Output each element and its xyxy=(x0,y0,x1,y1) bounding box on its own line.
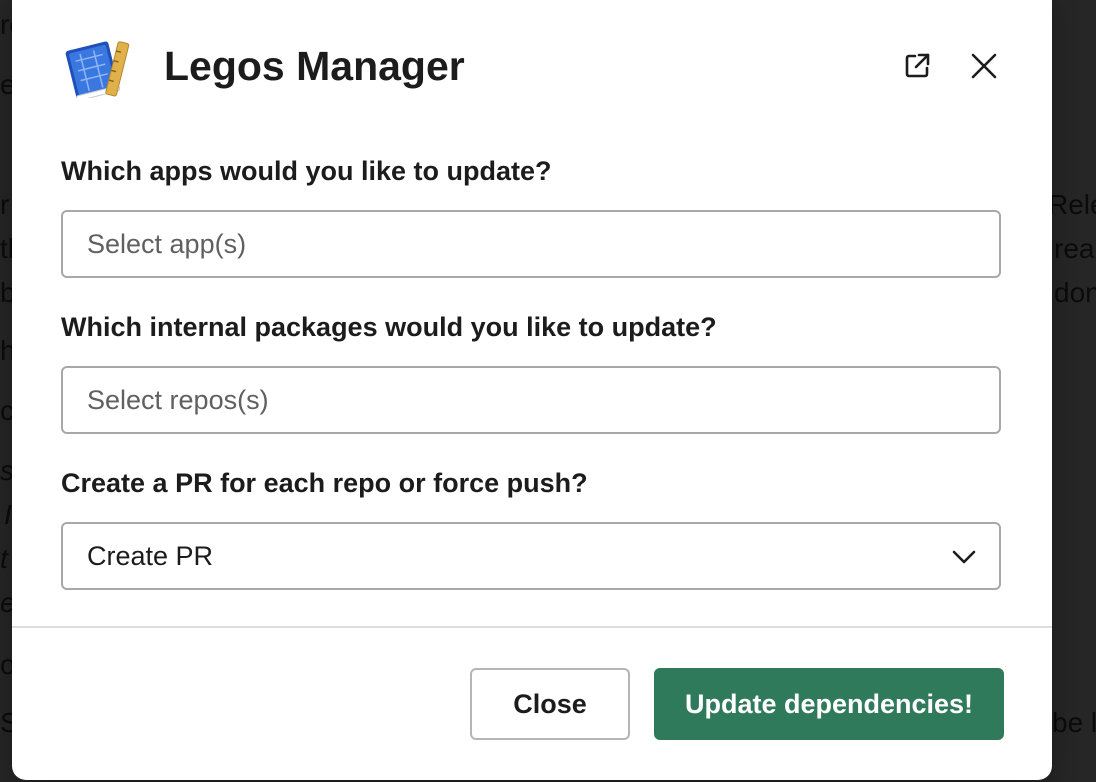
apps-field-label: Which apps would you like to update? xyxy=(61,156,552,186)
background-text: be l xyxy=(1052,707,1096,738)
close-icon xyxy=(971,53,997,79)
modal-dialog: Legos Manager Which apps would you like … xyxy=(12,0,1052,780)
blueprint-ruler-icon xyxy=(64,38,132,102)
background-text: I xyxy=(4,499,12,530)
pr-mode-selected-value: Create PR xyxy=(87,540,214,571)
modal-title: Legos Manager xyxy=(164,43,465,89)
repos-select-placeholder: Select repos(s) xyxy=(87,384,269,415)
background-text: rea xyxy=(1054,233,1095,264)
background-text: Rele xyxy=(1048,189,1096,220)
update-dependencies-button[interactable]: Update dependencies! xyxy=(654,668,1004,740)
pr-mode-field-label: Create a PR for each repo or force push? xyxy=(61,468,588,498)
repos-select[interactable]: Select repos(s) xyxy=(61,366,1001,434)
footer-divider xyxy=(12,626,1052,628)
background-text: r xyxy=(0,189,10,220)
chevron-down-icon xyxy=(952,550,976,564)
background-text: t xyxy=(0,543,8,574)
background-text: don xyxy=(1054,277,1096,308)
modal-header: Legos Manager xyxy=(12,0,1052,130)
close-modal-button[interactable] xyxy=(964,46,1004,86)
open-in-new-window-button[interactable] xyxy=(897,46,937,86)
close-button[interactable]: Close xyxy=(470,668,630,740)
pr-mode-dropdown[interactable]: Create PR xyxy=(61,522,1001,590)
apps-select-placeholder: Select app(s) xyxy=(87,228,247,259)
apps-select[interactable]: Select app(s) xyxy=(61,210,1001,278)
external-link-icon xyxy=(905,53,930,78)
packages-field-label: Which internal packages would you like t… xyxy=(61,312,717,342)
